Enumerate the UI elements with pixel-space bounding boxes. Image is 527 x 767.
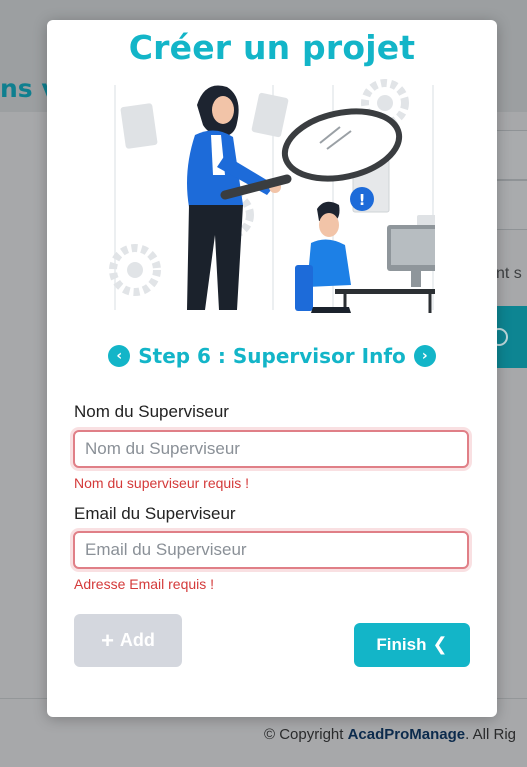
add-button[interactable]: + Add — [74, 614, 182, 667]
supervisor-email-label: Email du Superviseur — [74, 504, 236, 523]
svg-text:!: ! — [359, 191, 366, 209]
plus-icon: + — [101, 627, 114, 653]
step-label: Step 6 : Supervisor Info — [138, 344, 406, 368]
footer-suffix: . All Rig — [465, 726, 516, 743]
chevron-left-icon[interactable]: ‹ — [108, 345, 131, 367]
finish-button[interactable]: Finish ❮ — [354, 623, 470, 667]
step-indicator: ‹ Step 6 : Supervisor Info › — [47, 342, 497, 370]
supervisor-name-error: Nom du superviseur requis ! — [74, 475, 250, 491]
add-button-label: Add — [119, 630, 155, 650]
footer-prefix: © Copyright — [264, 726, 348, 743]
chevron-right-icon[interactable]: › — [413, 345, 436, 367]
create-project-modal: Créer un projet ! ‹ Step 6: Supervisor … — [47, 20, 497, 717]
search-illustration: ! — [109, 79, 435, 313]
footer-copyright: © Copyright AcadProManage. All Rig — [264, 726, 516, 743]
background-side-text: nt s — [496, 265, 522, 282]
supervisor-email-error: Adresse Email requis ! — [74, 576, 215, 592]
supervisor-name-label: Nom du Superviseur — [74, 402, 229, 421]
finish-button-label: Finish — [376, 635, 427, 654]
chevron-left-icon: ❮ — [432, 634, 448, 655]
supervisor-email-input[interactable] — [73, 531, 469, 569]
footer-brand: AcadProManage — [347, 726, 466, 743]
supervisor-name-input[interactable] — [73, 430, 469, 468]
modal-title: Créer un projet — [128, 28, 416, 67]
